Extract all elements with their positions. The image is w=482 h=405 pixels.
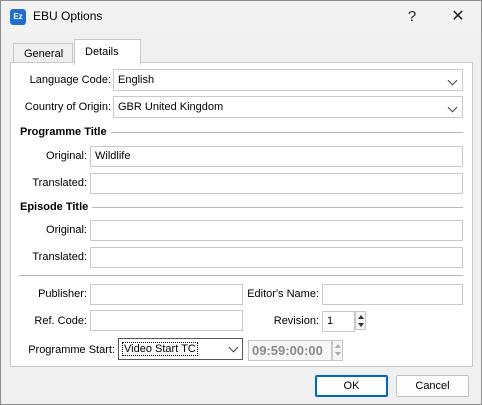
programme-start-value: Video Start TC (122, 342, 198, 356)
programme-original-input[interactable]: Wildlife (90, 146, 463, 167)
close-button[interactable]: ✕ (435, 1, 481, 32)
episode-original-input[interactable] (90, 220, 463, 241)
arrow-down-icon (335, 352, 341, 356)
programme-start-select[interactable]: Video Start TC (118, 338, 243, 360)
language-code-select[interactable]: English (113, 69, 463, 91)
editors-name-label: Editor's Name: (247, 288, 319, 300)
chevron-down-icon (447, 75, 458, 86)
programme-translated-input[interactable] (90, 173, 463, 194)
ref-code-input[interactable] (90, 310, 243, 331)
episode-title-heading: Episode Title (20, 201, 93, 213)
revision-label: Revision: (273, 315, 319, 327)
editors-name-input[interactable] (322, 284, 463, 305)
title-bar: Ez EBU Options ? ✕ (1, 1, 481, 32)
timecode-spinner[interactable] (332, 340, 343, 361)
publisher-input[interactable] (90, 284, 243, 305)
ref-code-label: Ref. Code: (34, 315, 87, 327)
arrow-up-icon (358, 315, 364, 319)
help-button[interactable]: ? (389, 1, 435, 32)
publisher-label: Publisher: (38, 288, 87, 300)
country-of-origin-select[interactable]: GBR United Kingdom (113, 96, 463, 118)
arrow-down-icon (358, 323, 364, 327)
cancel-button[interactable]: Cancel (396, 375, 469, 397)
programme-start-timecode[interactable]: 09:59:00:00 (248, 340, 332, 361)
chevron-down-icon (447, 102, 458, 113)
ok-button[interactable]: OK (315, 375, 388, 397)
language-code-label: Language Code: (29, 74, 111, 86)
episode-translated-label: Translated: (32, 251, 87, 263)
programme-start-label: Programme Start: (28, 344, 115, 356)
section-divider (19, 275, 463, 276)
language-code-value: English (118, 74, 155, 86)
programme-title-heading: Programme Title (20, 126, 111, 138)
arrow-up-icon (335, 344, 341, 348)
revision-input[interactable]: 1 (322, 311, 355, 332)
programme-translated-label: Translated: (32, 177, 87, 189)
close-icon: ✕ (451, 8, 465, 25)
country-of-origin-value: GBR United Kingdom (118, 101, 224, 113)
country-of-origin-label: Country of Origin: (24, 101, 111, 113)
ebu-options-dialog: Ez EBU Options ? ✕ General Details Langu… (0, 0, 482, 405)
app-icon: Ez (10, 9, 26, 25)
window-title: EBU Options (33, 9, 103, 23)
chevron-down-icon (228, 342, 239, 353)
programme-original-label: Original: (46, 150, 87, 162)
episode-original-label: Original: (46, 224, 87, 236)
episode-translated-input[interactable] (90, 247, 463, 268)
tab-details[interactable]: Details (74, 39, 141, 65)
help-icon: ? (407, 8, 417, 25)
revision-spinner[interactable] (355, 311, 366, 330)
